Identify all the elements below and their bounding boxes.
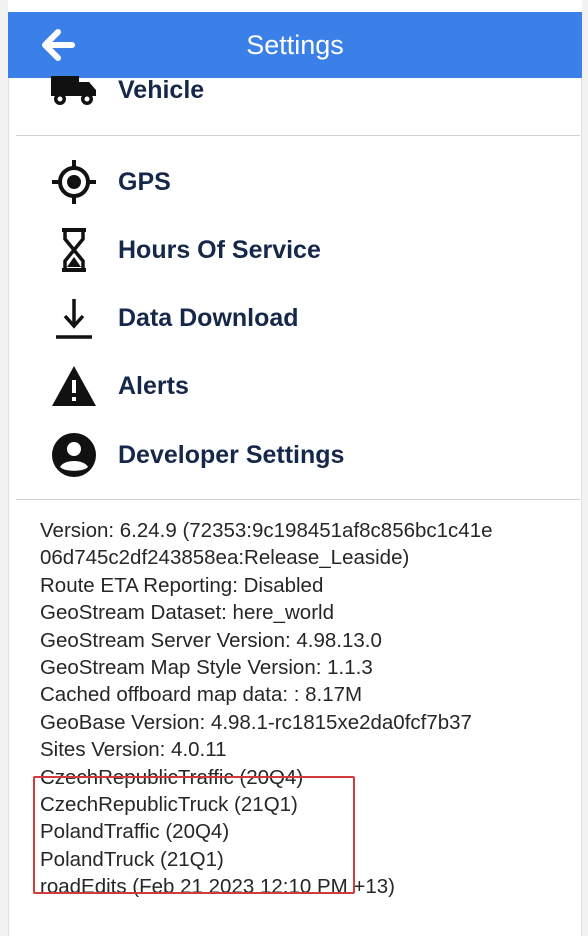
warning-icon [48,360,100,412]
info-line: 06d745c2df243858ea:Release_Leaside) [40,546,410,570]
menu-item-developer-settings[interactable]: Developer Settings [8,425,582,485]
back-button[interactable] [38,26,78,64]
download-icon [48,292,100,344]
arrow-left-icon [42,29,75,61]
info-line: GeoStream Dataset: here_world [40,601,334,625]
menu-item-alerts[interactable]: Alerts [8,356,582,416]
right-edge [581,0,588,936]
menu-item-label: GPS [118,167,171,196]
menu-item-label: Developer Settings [118,440,345,469]
menu-item-label: Data Download [118,303,299,332]
info-line: GeoBase Version: 4.98.1-rc1815xe2da0fcf7… [40,710,472,734]
highlight-annotation [33,776,355,894]
menu-item-vehicle[interactable]: Vehicle [8,60,582,120]
info-line: GeoStream Server Version: 4.98.13.0 [40,628,382,652]
hourglass-icon [48,224,100,276]
account-circle-icon [48,429,100,481]
info-line: Sites Version: 4.0.11 [40,738,227,762]
menu-item-hours-of-service[interactable]: Hours Of Service [8,220,582,280]
top-margin [8,0,582,12]
divider-top [16,135,580,136]
info-line: Route ETA Reporting: Disabled [40,573,324,597]
menu-item-data-download[interactable]: Data Download [8,288,582,348]
info-line: GeoStream Map Style Version: 1.1.3 [40,656,373,680]
divider-bottom [16,499,580,500]
menu-item-label: Hours Of Service [118,235,321,264]
menu-item-label: Alerts [118,371,189,400]
menu-item-label: Vehicle [118,75,205,104]
settings-screen: Settings Vehicle GPS Hours Of Service Da… [0,0,588,936]
info-line: Cached offboard map data: : 8.17M [40,683,363,707]
info-line: Version: 6.24.9 (72353:9c198451af8c856bc… [40,519,493,542]
menu-item-gps[interactable]: GPS [8,152,582,212]
gps-crosshair-icon [48,156,100,208]
truck-icon [48,64,100,116]
